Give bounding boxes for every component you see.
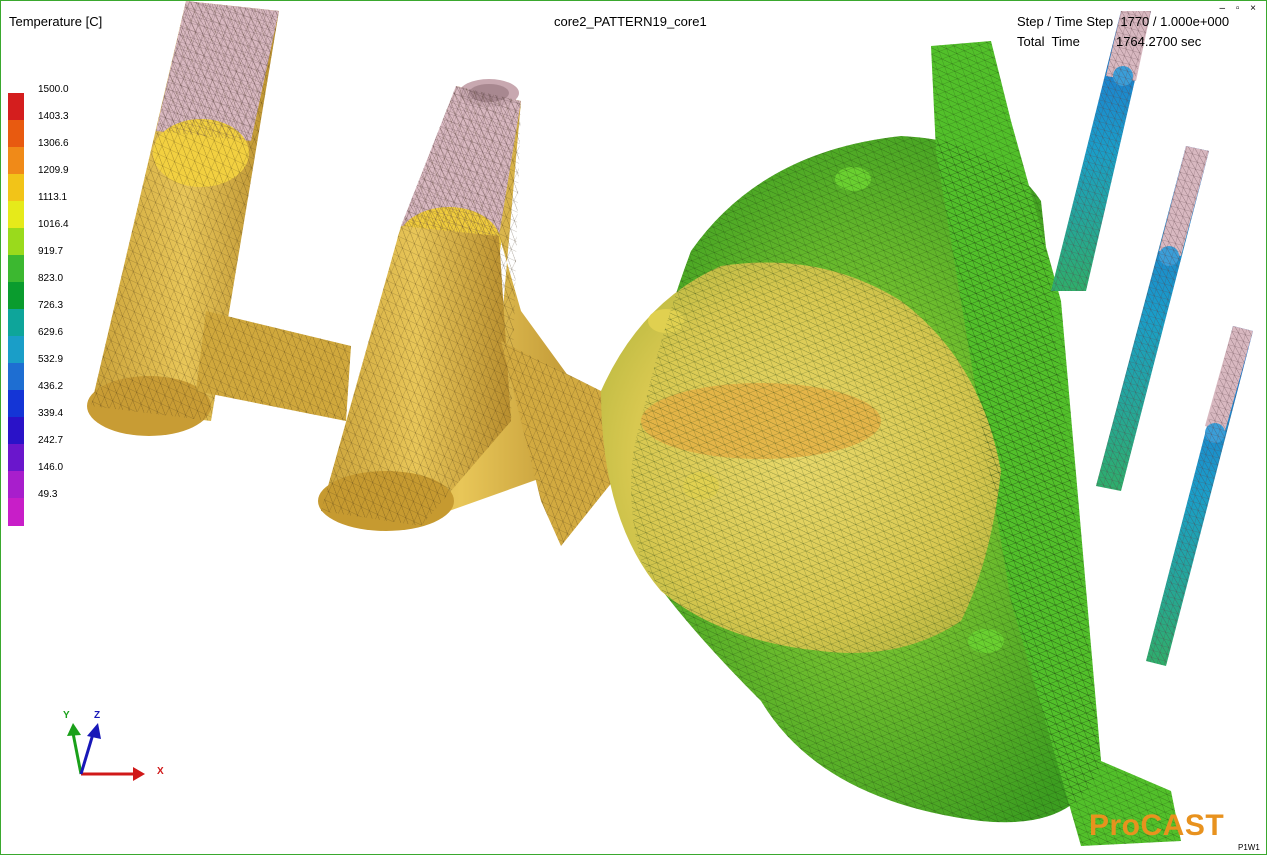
legend-swatch	[8, 309, 24, 337]
legend-label: 1306.6	[38, 138, 69, 149]
vent-bar-2	[1096, 146, 1209, 491]
runner-bar	[196, 311, 351, 421]
window-controls[interactable]: ‒ ▫ ×	[1219, 3, 1260, 14]
legend-label: 242.7	[38, 435, 64, 446]
legend-swatch	[8, 174, 24, 202]
legend-label: 339.4	[38, 408, 64, 419]
legend-label: 629.6	[38, 327, 64, 338]
legend-swatch	[8, 147, 24, 175]
legend-swatch	[8, 120, 24, 148]
legend-swatch	[8, 255, 24, 283]
vent-bar-3	[1146, 326, 1253, 666]
legend-swatch	[8, 228, 24, 256]
total-time-readout: Total Time 1764.2700 sec	[1017, 34, 1202, 49]
legend-label: 1113.1	[38, 192, 68, 203]
legend-label: 823.0	[38, 273, 64, 284]
simulation-title: core2_PATTERN19_core1	[554, 14, 707, 29]
legend-swatch	[8, 498, 24, 526]
legend-swatch	[8, 417, 24, 445]
axis-y-label: Y	[63, 710, 70, 721]
step-time-readout: Step / Time Step 1770 / 1.000e+000	[1017, 14, 1230, 29]
axis-z-label: Z	[94, 710, 100, 721]
legend-title: Temperature [C]	[9, 14, 103, 29]
legend-label: 1209.9	[38, 165, 69, 176]
legend-label: 919.7	[38, 246, 64, 257]
legend-swatch	[8, 390, 24, 418]
procast-logo: ProCAST	[1089, 809, 1225, 842]
legend-swatch	[8, 363, 24, 391]
legend-label: 1016.4	[38, 219, 69, 230]
axis-x-label: X	[157, 766, 164, 777]
temperature-legend: 1500.0 1403.3 1306.6 1209.9 1113.1 1016.4 919.…	[8, 84, 88, 529]
viewport-frame[interactable]: Y Z X Temperature [C] core2_PATTERN19_co…	[0, 0, 1267, 855]
legend-label: 49.3	[38, 489, 58, 500]
legend-label: 146.0	[38, 462, 64, 473]
legend-label: 726.3	[38, 300, 64, 311]
legend-swatch	[8, 201, 24, 229]
vent-bar-1	[1051, 11, 1151, 291]
legend-label: 1500.0	[38, 84, 69, 95]
legend-swatch	[8, 444, 24, 472]
simulation-3d-viewport[interactable]: Y Z X	[1, 1, 1266, 854]
legend-label: 436.2	[38, 381, 64, 392]
axis-triad: Y Z X	[63, 710, 164, 781]
legend-label: 1403.3	[38, 111, 69, 122]
legend-swatch	[8, 471, 24, 499]
legend-swatch	[8, 282, 24, 310]
legend-swatch	[8, 336, 24, 364]
viewport-id: P1W1	[1238, 843, 1260, 852]
legend-label: 532.9	[38, 354, 64, 365]
legend-swatch	[8, 93, 24, 121]
